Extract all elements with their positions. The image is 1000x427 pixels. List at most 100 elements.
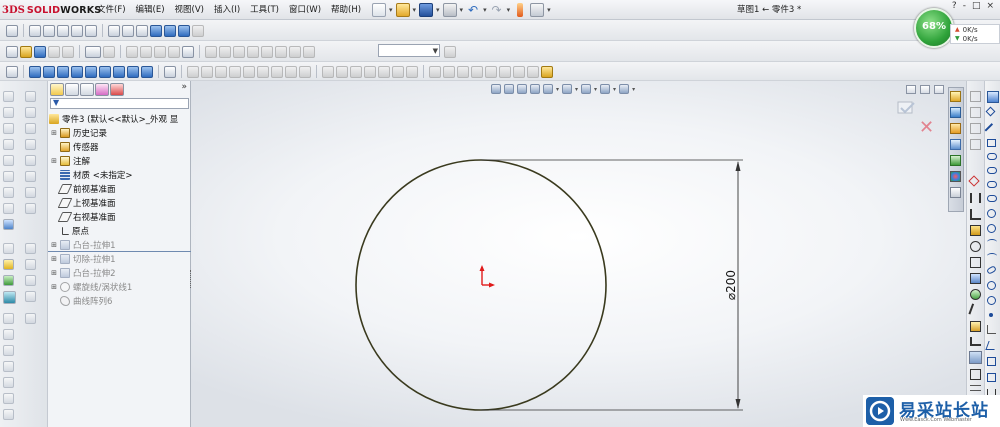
tree-item-material[interactable]: 材质 <未指定> xyxy=(48,168,191,181)
sketch-picture-icon[interactable] xyxy=(378,65,390,78)
slot-icon[interactable] xyxy=(987,153,997,160)
line-icon[interactable] xyxy=(984,123,1000,138)
new-dropdown-icon[interactable]: ▾ xyxy=(389,6,393,14)
extruded-boss-icon[interactable] xyxy=(29,65,41,78)
instant-3d-icon[interactable] xyxy=(182,45,194,58)
feature-cut-icon[interactable] xyxy=(25,155,36,166)
sheet-metal-icon[interactable] xyxy=(443,65,455,78)
feature-tree-filter[interactable]: ▼ xyxy=(50,98,189,109)
coradial-relation-icon[interactable] xyxy=(970,289,981,300)
weldment-icon[interactable] xyxy=(429,65,441,78)
menu-edit[interactable]: 编辑(E) xyxy=(131,0,170,20)
realview-icon[interactable] xyxy=(192,24,204,37)
hidden-lines-visible-icon[interactable] xyxy=(136,24,148,37)
feature-draft-icon[interactable] xyxy=(25,259,36,270)
parallel-relation-icon[interactable] xyxy=(968,303,983,318)
tangent-relation-icon[interactable] xyxy=(970,225,981,236)
options-icon[interactable] xyxy=(530,3,545,17)
wireframe-icon[interactable] xyxy=(122,24,134,37)
fillet-sketch-icon[interactable] xyxy=(985,341,998,350)
resources-tab-icon[interactable] xyxy=(950,91,961,102)
pattern-icon[interactable] xyxy=(247,45,259,58)
print-dropdown-icon[interactable]: ▾ xyxy=(460,6,464,14)
tab-configuration-manager[interactable] xyxy=(80,83,94,96)
construction-icon[interactable] xyxy=(968,175,980,187)
feature-wrap-icon[interactable] xyxy=(25,291,36,302)
pan-icon[interactable] xyxy=(71,24,83,37)
relations-icon[interactable] xyxy=(970,123,981,134)
rebuild-tool-icon[interactable] xyxy=(103,45,115,58)
photoview-icon[interactable] xyxy=(527,65,539,78)
feature-extrude-icon[interactable] xyxy=(25,91,36,102)
expand-toggle-icon[interactable]: ⊞ xyxy=(50,269,58,277)
shaded-edges-icon[interactable] xyxy=(150,24,162,37)
feature-loft-icon[interactable] xyxy=(25,139,36,150)
tab-dimxpert-manager[interactable] xyxy=(95,83,109,96)
sketch-toggle-icon[interactable] xyxy=(970,91,981,102)
options-dropdown-icon[interactable]: ▾ xyxy=(547,6,551,14)
sketch-canvas[interactable]: ⌀200 xyxy=(191,81,966,427)
sketch-copy-icon[interactable] xyxy=(3,409,14,420)
layer-icon[interactable] xyxy=(154,45,166,58)
sketch-mode-icon[interactable] xyxy=(987,91,999,103)
display-pane-icon[interactable] xyxy=(303,45,315,58)
feature-shell-icon[interactable] xyxy=(25,275,36,286)
mirror-tool-icon[interactable] xyxy=(285,65,297,78)
component-icon[interactable] xyxy=(233,45,245,58)
equal-relation-icon[interactable] xyxy=(970,257,981,268)
appearances-tab-icon[interactable] xyxy=(950,171,961,182)
feature-sweep-icon[interactable] xyxy=(25,123,36,134)
expand-toggle-icon[interactable]: ⊞ xyxy=(50,283,58,291)
tree-item-helix-1[interactable]: ⊞ 螺旋线/涡状线1 xyxy=(48,280,191,293)
feature-revolve-icon[interactable] xyxy=(25,107,36,118)
maximize-button[interactable]: □ xyxy=(972,1,981,11)
zoom-area-icon[interactable] xyxy=(43,24,55,37)
sketch-trim-icon[interactable] xyxy=(3,275,14,286)
sketch-circle[interactable] xyxy=(355,159,607,411)
tree-item-front-plane[interactable]: 前视基准面 xyxy=(48,182,191,195)
open-dropdown-icon[interactable]: ▾ xyxy=(413,6,417,14)
redo-icon[interactable]: ↷ xyxy=(490,3,504,17)
previous-view-icon[interactable] xyxy=(85,24,97,37)
feature-hole-icon[interactable] xyxy=(25,171,36,182)
mold-tools-icon[interactable] xyxy=(457,65,469,78)
rollback-bar[interactable] xyxy=(48,251,191,252)
circle-tool-icon[interactable] xyxy=(215,65,227,78)
sketch-rectangle-icon[interactable] xyxy=(3,107,14,118)
line-tool-icon[interactable] xyxy=(187,65,199,78)
selection-filter-dropdown[interactable]: ▼ xyxy=(378,44,440,57)
save-icon[interactable] xyxy=(419,3,434,17)
anchor-icon[interactable] xyxy=(6,65,18,78)
centerpoint-slot-icon[interactable] xyxy=(987,195,997,202)
close-button[interactable]: × xyxy=(986,1,994,11)
customize-icon[interactable] xyxy=(541,65,553,78)
centerpoint-arc-icon[interactable] xyxy=(987,239,997,245)
filter-options-icon[interactable] xyxy=(444,45,456,58)
print-file-icon[interactable] xyxy=(48,45,60,58)
graphics-area[interactable]: ▾ ▾ ▾ ▾ ▾ ✕ ⌀200 xyxy=(191,81,966,427)
centerline-icon[interactable] xyxy=(987,325,996,334)
smart-dimension-icon[interactable] xyxy=(140,45,152,58)
tree-item-top-plane[interactable]: 上视基准面 xyxy=(48,196,191,209)
zoom-to-fit-icon[interactable] xyxy=(29,24,41,37)
tree-item-curve-pattern-6[interactable]: 曲线阵列6 xyxy=(48,294,191,307)
diameter-dimension-label[interactable]: ⌀200 xyxy=(724,270,738,300)
display-relations-icon[interactable] xyxy=(970,139,981,150)
spline-icon[interactable] xyxy=(987,296,996,305)
assembly-tool-icon[interactable] xyxy=(205,45,217,58)
trim-tool-icon[interactable] xyxy=(257,65,269,78)
offset-tool-icon[interactable] xyxy=(271,65,283,78)
vertical-relation-icon[interactable] xyxy=(970,193,981,203)
tab-property-manager[interactable] xyxy=(65,83,79,96)
move-component-icon[interactable] xyxy=(261,45,273,58)
smart-dim-icon[interactable] xyxy=(970,107,981,118)
menu-insert[interactable]: 插入(I) xyxy=(209,0,245,20)
tangent-arc-icon[interactable] xyxy=(987,253,997,259)
sketch-tool-icon[interactable] xyxy=(126,45,138,58)
tree-item-history[interactable]: ⊞ 历史记录 xyxy=(48,126,191,139)
minimize-button[interactable]: - xyxy=(963,1,966,11)
expand-toggle-icon[interactable]: ⊞ xyxy=(50,157,58,165)
corner-relation-icon[interactable] xyxy=(970,209,981,220)
grid-icon[interactable] xyxy=(168,45,180,58)
section-view-icon[interactable] xyxy=(178,24,190,37)
